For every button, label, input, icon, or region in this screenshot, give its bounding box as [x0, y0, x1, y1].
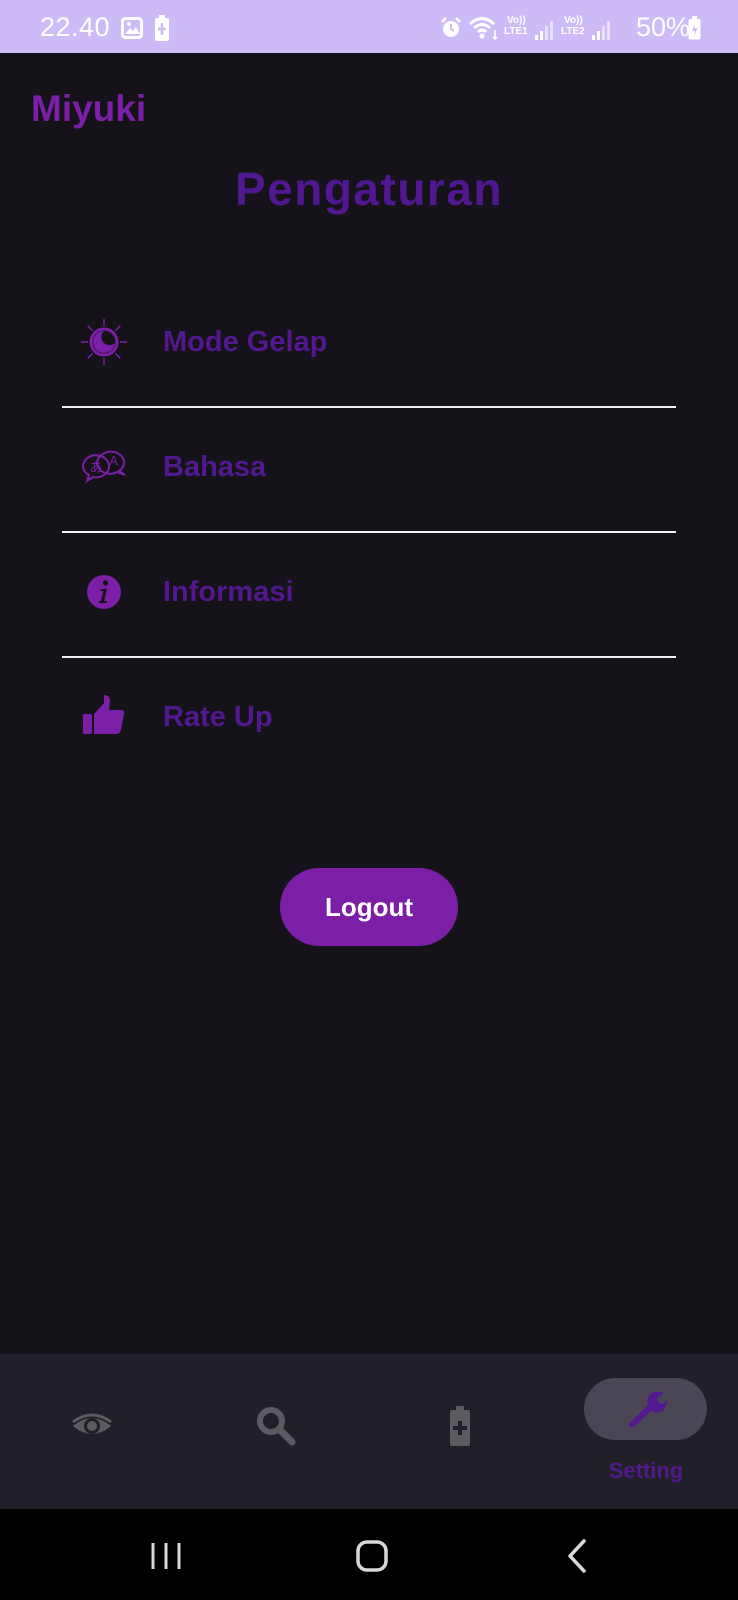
nav-item-battery[interactable] [368, 1354, 552, 1509]
eye-icon [72, 1413, 112, 1434]
settings-item-rate-up[interactable]: Rate Up [62, 658, 676, 782]
nav-item-eye[interactable] [0, 1354, 184, 1509]
battery-icon [688, 16, 701, 40]
status-time: 22.40 [40, 12, 111, 42]
thumbs-up-icon [83, 695, 125, 734]
bottom-nav: Setting [0, 1354, 738, 1509]
settings-screen: 22.40 Vo)) LTE1 Vo)) LTE2 50% Miyuki Pen… [0, 0, 738, 1600]
alarm-icon [441, 17, 461, 37]
recent-apps-icon[interactable] [141, 1531, 191, 1581]
wrench-icon [628, 1391, 667, 1428]
settings-item-label: Bahasa [163, 451, 267, 483]
gallery-icon [121, 17, 143, 39]
settings-item-label: Informasi [163, 576, 294, 608]
settings-item-label: Mode Gelap [163, 326, 328, 358]
settings-item-info[interactable]: Informasi [62, 533, 676, 657]
battery-saver-icon [155, 15, 169, 41]
nav-item-setting[interactable]: Setting [554, 1354, 738, 1509]
nav-label-setting: Setting [608, 1458, 684, 1483]
signal-icon: Vo)) LTE2 [561, 15, 611, 43]
status-bar: 22.40 Vo)) LTE1 Vo)) LTE2 50% [0, 0, 738, 53]
app-title: Miyuki [31, 88, 147, 129]
back-icon[interactable] [554, 1531, 604, 1581]
home-icon[interactable] [347, 1531, 397, 1581]
battery-percent: 50% [635, 12, 690, 42]
info-icon [87, 575, 121, 609]
settings-item-label: Rate Up [163, 701, 273, 733]
settings-item-language[interactable]: あ A Bahasa [62, 408, 676, 532]
logout-button[interactable]: Logout [280, 868, 458, 946]
settings-list: Mode Gelap あ A Bahasa Informasi Rate Up [62, 283, 676, 782]
svg-text:あ: あ [90, 461, 103, 476]
svg-text:A: A [110, 454, 119, 468]
settings-item-dark-mode[interactable]: Mode Gelap [62, 283, 676, 407]
dark-mode-icon [81, 319, 127, 365]
nav-item-search[interactable] [184, 1354, 368, 1509]
system-nav-bar [0, 1509, 738, 1600]
signal-icon: Vo)) LTE1 [504, 15, 554, 43]
page-title: Pengaturan [234, 163, 504, 215]
search-icon [257, 1407, 296, 1446]
battery-plus-icon [450, 1406, 470, 1446]
wifi-icon [469, 17, 498, 40]
translate-icon: あ A [81, 450, 126, 484]
